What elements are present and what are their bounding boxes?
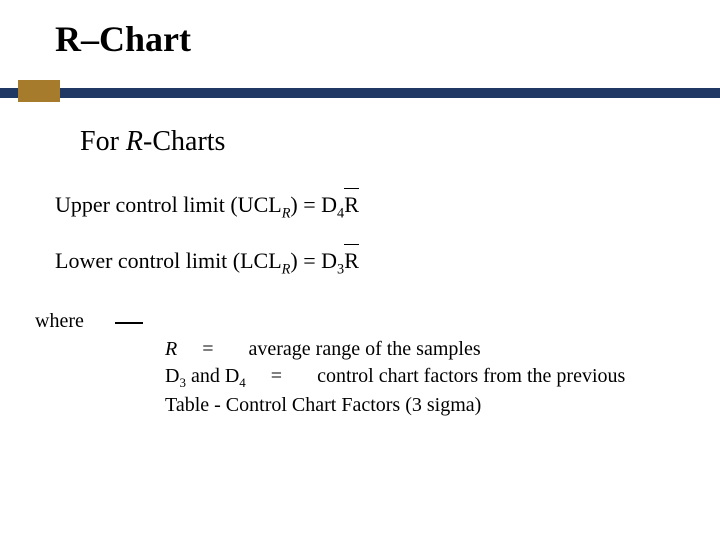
def-d-eq: = [271, 365, 282, 387]
def-r-var: R [165, 338, 177, 360]
def-d-row: D3 and D4 = control chart factors from t… [165, 363, 655, 419]
def-r-text: average range of the samples [249, 338, 481, 360]
def-r-eq: = [202, 338, 213, 360]
subtitle-suffix: -Charts [143, 126, 225, 157]
lcl-sub-3: 3 [337, 261, 344, 277]
def-d-prefix: D [165, 365, 179, 387]
subtitle-var: R [126, 126, 143, 157]
definitions: R = average range of the samples D3 and … [165, 336, 655, 419]
def-d-sub2: 4 [239, 375, 246, 390]
lcl-prefix: Lower control limit (LCL [55, 248, 282, 273]
floating-overline [115, 322, 143, 324]
ucl-prefix: Upper control limit (UCL [55, 192, 282, 217]
where-label: where [35, 310, 84, 333]
slide-title: R–Chart [55, 18, 191, 60]
accent-bar [0, 88, 720, 98]
ucl-formula: Upper control limit (UCLR) = D4R [55, 192, 359, 222]
lcl-rbar: R [344, 248, 359, 274]
slide: R–Chart For R-Charts Upper control limit… [0, 0, 720, 540]
lcl-formula: Lower control limit (LCLR) = D3R [55, 248, 359, 278]
def-d-and: and D [186, 365, 239, 387]
ucl-mid: ) = D [290, 192, 337, 217]
ucl-sub-4: 4 [337, 205, 344, 221]
def-r-row: R = average range of the samples [165, 336, 655, 363]
subtitle-prefix: For [80, 126, 126, 157]
accent-block [18, 80, 60, 102]
lcl-mid: ) = D [290, 248, 337, 273]
subtitle: For R-Charts [80, 126, 225, 158]
ucl-rbar: R [344, 192, 359, 218]
